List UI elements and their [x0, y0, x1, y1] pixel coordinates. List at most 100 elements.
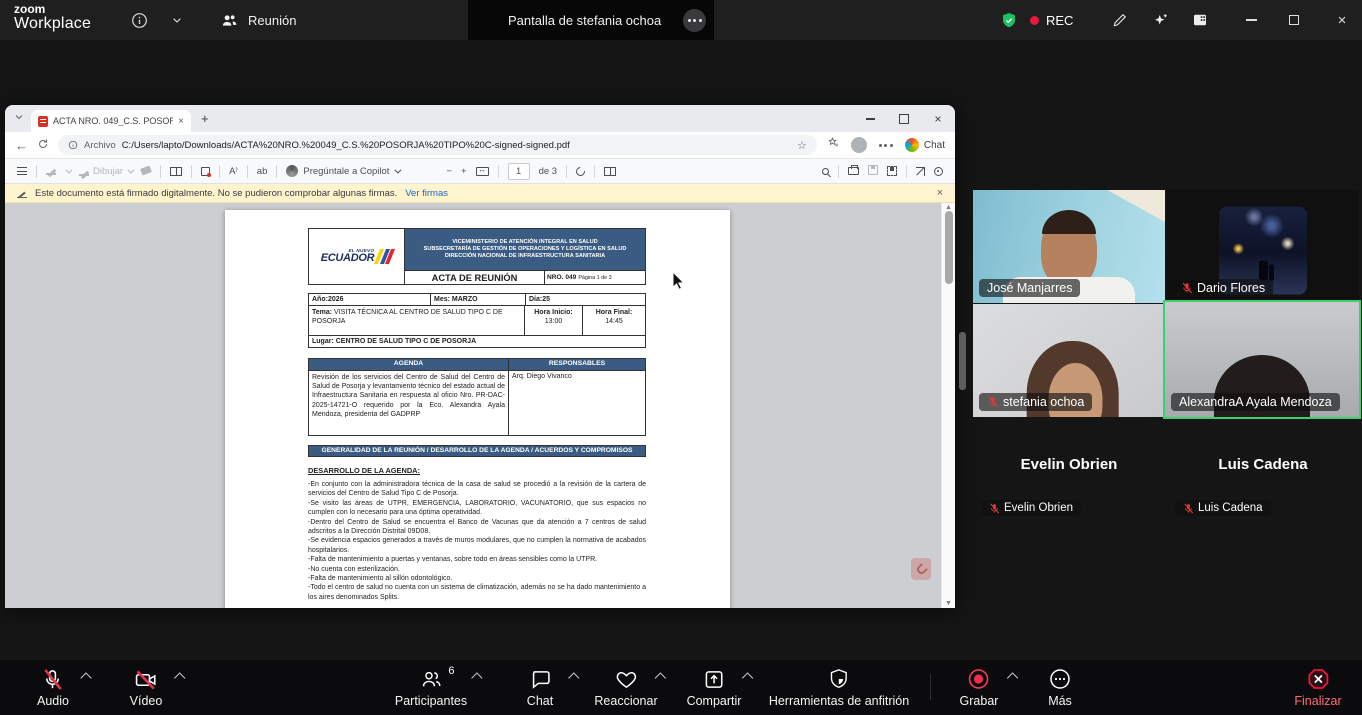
- view-signatures-link[interactable]: Ver firmas: [405, 188, 448, 199]
- tab-meeting[interactable]: Reunión: [208, 0, 308, 40]
- page-view-icon[interactable]: [170, 167, 182, 176]
- draw-button[interactable]: Dibujar: [79, 166, 132, 177]
- signature-highlight-icon[interactable]: [201, 167, 210, 176]
- zoom-in-button[interactable]: +: [461, 166, 467, 177]
- muted-mic-icon: [987, 396, 999, 408]
- rec-label: REC: [1046, 13, 1073, 28]
- share-chevron[interactable]: [742, 672, 753, 683]
- doc-day: Día:25: [526, 294, 645, 305]
- pdf-viewport: EL NUEVO ECUADOR VICEMINISTERIO DE ATENC…: [5, 203, 955, 608]
- window-minimize-button[interactable]: [1236, 0, 1266, 40]
- add-text-icon[interactable]: ab: [257, 166, 268, 177]
- info-icon[interactable]: [128, 9, 150, 31]
- participants-button[interactable]: 6 Participantes: [395, 660, 467, 715]
- layout-pages-icon[interactable]: [604, 167, 616, 176]
- browser-close-button[interactable]: ×: [921, 105, 955, 132]
- muted-mic-icon: [1183, 503, 1194, 514]
- banner-close-icon[interactable]: ×: [937, 187, 943, 199]
- chat-button[interactable]: Chat: [527, 660, 553, 715]
- ai-companion-icon[interactable]: [1149, 9, 1171, 31]
- video-tile-stefania-ochoa[interactable]: stefania ochoa: [973, 304, 1165, 417]
- fit-width-icon[interactable]: [476, 167, 489, 176]
- highlighter-chevron-icon[interactable]: [65, 166, 72, 173]
- video-button[interactable]: Vídeo: [130, 660, 163, 715]
- pdf-scrollbar[interactable]: ▲ ▼: [941, 203, 955, 608]
- react-chevron[interactable]: [654, 672, 665, 683]
- ask-copilot-chevron-icon: [395, 166, 402, 173]
- more-button[interactable]: Más: [1048, 660, 1072, 715]
- tab-search-chevron-icon[interactable]: [13, 110, 25, 128]
- chevron-down-icon[interactable]: [166, 9, 188, 31]
- tab-close-icon[interactable]: ×: [178, 116, 184, 127]
- scroll-down-icon[interactable]: ▼: [942, 600, 955, 607]
- eraser-icon[interactable]: [140, 165, 152, 175]
- video-tile-alexandra-ayala[interactable]: AlexandraA Ayala Mendoza: [1163, 300, 1361, 419]
- participants-chevron[interactable]: [471, 672, 482, 683]
- browser-tab-pdf[interactable]: ACTA NRO. 049_C.S. POSORJA TIP ×: [31, 110, 191, 132]
- page-number-input[interactable]: 1: [508, 163, 530, 180]
- copilot-chat-button[interactable]: Chat: [905, 138, 945, 152]
- participant-name-badge: Evelin Obrien: [981, 500, 1081, 516]
- ask-copilot-button[interactable]: Pregúntale a Copilot: [286, 165, 399, 177]
- logo-workplace-text: Workplace: [14, 16, 91, 33]
- print-icon[interactable]: [848, 167, 859, 175]
- search-icon[interactable]: [822, 168, 829, 175]
- end-meeting-button[interactable]: Finalizar: [1294, 660, 1341, 715]
- signature-pen-icon: [17, 189, 27, 198]
- react-button[interactable]: Reaccionar: [594, 660, 657, 715]
- url-field[interactable]: Archivo C:/Users/lapto/Downloads/ACTA%20…: [58, 135, 817, 155]
- browser-restore-button[interactable]: [887, 105, 921, 132]
- shared-screen-avatar: [476, 9, 499, 32]
- settings-gear-icon[interactable]: [934, 167, 943, 176]
- host-tools-button[interactable]: Herramientas de anfitrión: [769, 660, 909, 715]
- zoom-out-button[interactable]: −: [446, 166, 452, 177]
- copilot-chat-label: Chat: [924, 140, 945, 151]
- scroll-up-icon[interactable]: ▲: [942, 204, 955, 211]
- outer-scrollbar-thumb[interactable]: [959, 332, 966, 390]
- audio-options-chevron[interactable]: [81, 672, 92, 683]
- toc-icon[interactable]: [17, 167, 27, 175]
- browser-menu-icon[interactable]: [879, 144, 893, 147]
- doc-end-time: Hora Final:14:45: [583, 306, 645, 335]
- video-tile-dario-flores[interactable]: Dario Flores: [1167, 190, 1359, 303]
- share-label: Compartir: [687, 694, 742, 708]
- security-shield-icon[interactable]: [998, 9, 1020, 31]
- video-label: Vídeo: [130, 694, 163, 708]
- video-tile-luis-cadena[interactable]: Luis Cadena Luis Cadena: [1167, 418, 1359, 531]
- share-button[interactable]: Compartir: [687, 660, 742, 715]
- favorite-star-icon[interactable]: ☆: [797, 139, 807, 152]
- ecuador-flag-stripes: [377, 249, 392, 264]
- new-tab-button[interactable]: +: [201, 111, 209, 126]
- save-as-icon[interactable]: [887, 166, 897, 176]
- host-tools-shield-icon: [828, 668, 850, 690]
- layout-view-icon[interactable]: [1189, 9, 1211, 31]
- highlighter-icon[interactable]: [46, 165, 56, 175]
- audio-button[interactable]: Audio: [37, 660, 69, 715]
- browser-minimize-button[interactable]: [853, 105, 887, 132]
- doc-start-time: Hora Inicio:13:00: [525, 306, 583, 335]
- record-chevron[interactable]: [1007, 672, 1018, 683]
- refresh-icon[interactable]: [37, 138, 49, 153]
- fullscreen-icon[interactable]: [916, 167, 925, 176]
- window-close-button[interactable]: ×: [1327, 0, 1357, 40]
- window-restore-button[interactable]: [1279, 0, 1309, 40]
- annotate-pencil-icon[interactable]: [1109, 9, 1131, 31]
- back-icon[interactable]: ←: [15, 138, 28, 153]
- adobe-acrobat-badge[interactable]: [911, 558, 931, 580]
- record-button[interactable]: Grabar: [960, 660, 999, 715]
- browser-profile-avatar[interactable]: [851, 137, 867, 153]
- rotate-icon[interactable]: [574, 165, 587, 178]
- chat-chevron[interactable]: [568, 672, 579, 683]
- video-tile-evelin-obrien[interactable]: Evelin Obrien Evelin Obrien: [973, 418, 1165, 531]
- save-icon[interactable]: [868, 165, 878, 175]
- video-options-chevron[interactable]: [174, 672, 185, 683]
- tab-more-icon[interactable]: [683, 9, 706, 32]
- pdf-scrollbar-thumb[interactable]: [945, 211, 953, 284]
- doc-desarrollo-title: DESARROLLO DE LA AGENDA:: [308, 466, 646, 475]
- tab-shared-screen[interactable]: Pantalla de stefania ochoa: [468, 0, 714, 40]
- end-meeting-icon: [1306, 667, 1330, 691]
- mouse-cursor: [672, 271, 685, 295]
- collections-icon[interactable]: [826, 136, 839, 154]
- video-tile-jose-manjarres[interactable]: José Manjarres: [973, 190, 1165, 303]
- read-aloud-icon[interactable]: A⁾: [229, 166, 238, 177]
